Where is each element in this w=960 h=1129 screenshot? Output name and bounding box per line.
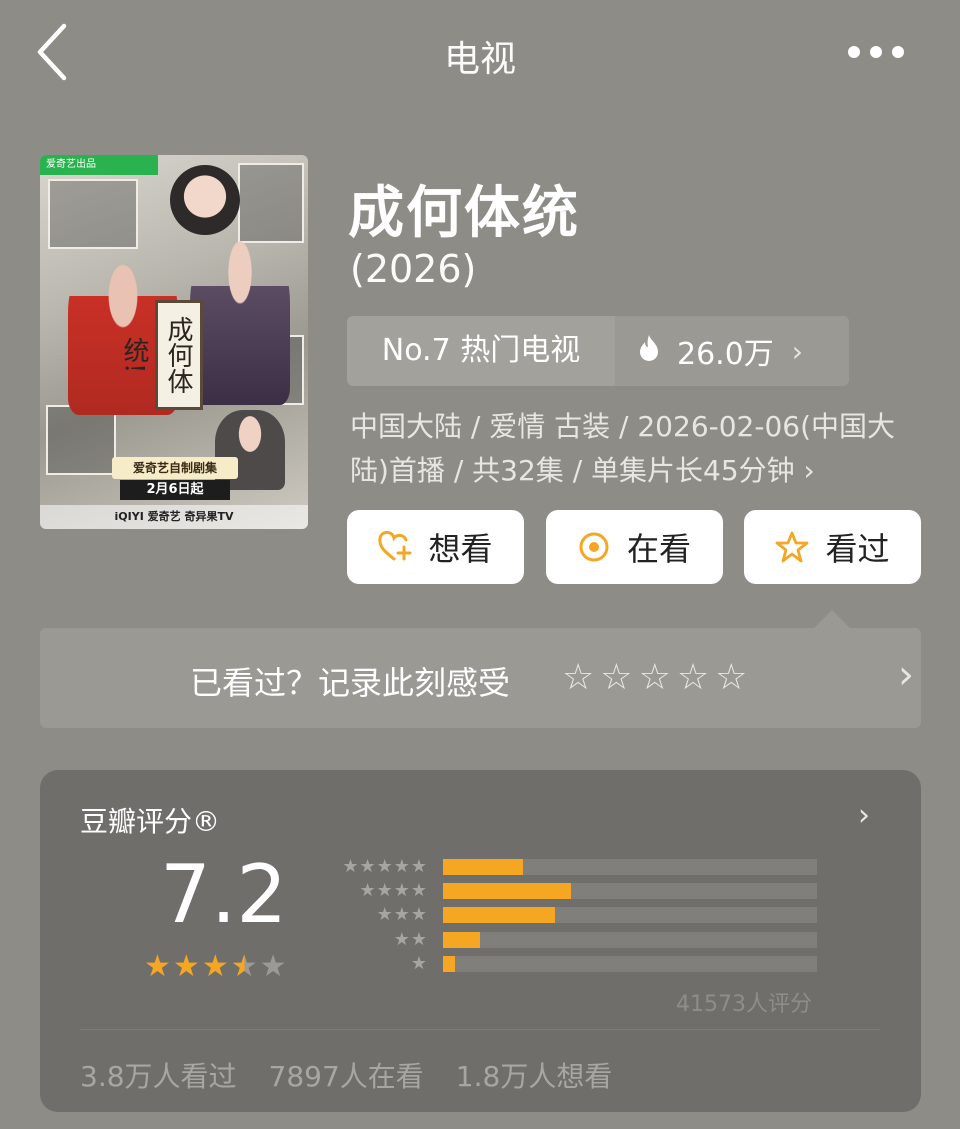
show-title: 成何体统: [348, 181, 580, 246]
star-outline-icon[interactable]: ☆: [715, 658, 747, 698]
top-nav-bar: 电视: [0, 0, 960, 110]
poster-self-made-tag: 爱奇艺自制剧集: [112, 457, 238, 479]
chevron-right-icon: ›: [791, 334, 803, 368]
rating-count: 41573人评分: [676, 992, 812, 1017]
target-icon: [577, 530, 611, 564]
watch-stats: 3.8万人看过 7897人在看 1.8万人想看: [80, 1055, 612, 1095]
distribution-stars: ★★: [393, 928, 428, 950]
distribution-track: [443, 859, 817, 875]
meta-line: 中国大陆 / 爱情 古装 / 2026-02-06(中国大: [350, 410, 896, 443]
douban-rating-card[interactable]: 豆瓣评分® › 7.2 ★ ★ ★ ★ ★ ★★★★★ ★★★★ ★★★ ★★ …: [40, 770, 921, 1112]
rank-banner[interactable]: No.7 热门电视 26.0万 ›: [347, 316, 849, 386]
watched-button[interactable]: 看过: [744, 510, 921, 584]
watching-label: 在看: [626, 530, 691, 568]
distribution-stars: ★★★★: [359, 880, 428, 902]
chevron-right-icon: ›: [858, 798, 870, 833]
heat-section[interactable]: 26.0万 ›: [615, 316, 849, 386]
star-icon: ★: [201, 949, 229, 984]
distribution-stars: ★★★★★: [342, 856, 428, 877]
distribution-track: [443, 883, 817, 900]
rank-label: No.7 热门电视: [381, 333, 581, 368]
distribution-bar: [443, 955, 455, 972]
star-outline-icon: [775, 530, 809, 564]
heart-plus-icon: [378, 530, 412, 564]
distribution-bar: [443, 859, 524, 875]
distribution-row: ★★: [330, 929, 820, 953]
rating-score: 7.2: [160, 848, 288, 941]
watched-count[interactable]: 3.8万人看过: [80, 1055, 237, 1095]
distribution-bar: [443, 883, 572, 900]
divider: [80, 1029, 880, 1030]
poster-character-top: [170, 165, 240, 235]
heat-value: 26.0万: [677, 337, 774, 372]
want-to-watch-button[interactable]: 想看: [347, 510, 524, 584]
distribution-track: [443, 955, 817, 972]
star-icon: ★: [259, 949, 287, 984]
poster-comic-panel: [238, 163, 304, 243]
distribution-row: ★★★: [330, 904, 820, 928]
want-to-watch-label: 想看: [428, 530, 493, 568]
watching-button[interactable]: 在看: [545, 510, 723, 584]
watching-count[interactable]: 7897人在看: [269, 1055, 424, 1095]
star-icon: ★: [144, 949, 171, 984]
star-outline-icon[interactable]: ☆: [600, 658, 632, 698]
show-year: (2026): [350, 247, 477, 291]
poster-footer: iQIYI 爱奇艺 奇异果TV: [40, 505, 308, 529]
distribution-track: [443, 931, 817, 948]
star-icon: ★: [230, 949, 258, 984]
want-count[interactable]: 1.8万人想看: [456, 1055, 613, 1095]
meta-line: 陆)首播 / 共32集 / 单集片长45分钟 ›: [350, 454, 815, 487]
poster-badge: 爱奇艺出品: [40, 155, 158, 175]
distribution-track: [443, 907, 817, 924]
rating-source-label: 豆瓣评分®: [80, 805, 221, 838]
distribution-row: ★★★★★: [330, 856, 820, 880]
show-poster[interactable]: 爱奇艺出品 成何体统! 爱奇艺自制剧集 2月6日起 iQIYI 爱奇艺 奇异果T…: [40, 155, 308, 529]
flame-icon: [637, 334, 661, 369]
distribution-stars: ★★★: [376, 904, 428, 926]
distribution-row: ★: [330, 953, 820, 977]
distribution-row: ★★★★: [330, 880, 820, 904]
distribution-stars: ★: [410, 952, 428, 974]
chevron-right-icon: ›: [898, 652, 914, 698]
poster-comic-panel: [48, 179, 138, 249]
star-outline-icon[interactable]: ☆: [562, 658, 594, 698]
more-dot-icon: [870, 46, 882, 58]
more-dot-icon: [892, 46, 904, 58]
poster-title-scroll: 成何体统!: [119, 300, 203, 410]
star-outline-icon[interactable]: ☆: [677, 658, 709, 698]
distribution-bar: [443, 931, 481, 948]
rating-stars: ★ ★ ★ ★ ★: [144, 950, 287, 984]
star-outline-icon[interactable]: ☆: [639, 658, 671, 698]
more-dot-icon: [848, 46, 860, 58]
record-prompt: 已看过？记录此刻感受: [190, 664, 511, 702]
more-options-button[interactable]: [840, 38, 912, 66]
action-buttons: 想看 在看 看过: [347, 510, 921, 584]
record-panel-pointer: [814, 610, 850, 628]
page-title: 电视: [443, 39, 516, 80]
rate-stars[interactable]: ☆ ☆ ☆ ☆ ☆: [562, 658, 747, 698]
distribution-bar: [443, 907, 556, 924]
poster-character-right: [190, 235, 290, 405]
show-meta-info[interactable]: 中国大陆 / 爱情 古装 / 2026-02-06(中国大 陆)首播 / 共32…: [350, 405, 935, 493]
record-feeling-panel[interactable]: 已看过？记录此刻感受 ☆ ☆ ☆ ☆ ☆ ›: [40, 628, 921, 728]
star-icon: ★: [172, 949, 200, 984]
watched-label: 看过: [825, 530, 890, 568]
poster-date-tag: 2月6日起: [120, 480, 230, 500]
poster-comic-panel: [46, 405, 116, 475]
rating-distribution: ★★★★★ ★★★★ ★★★ ★★ ★: [330, 856, 820, 977]
